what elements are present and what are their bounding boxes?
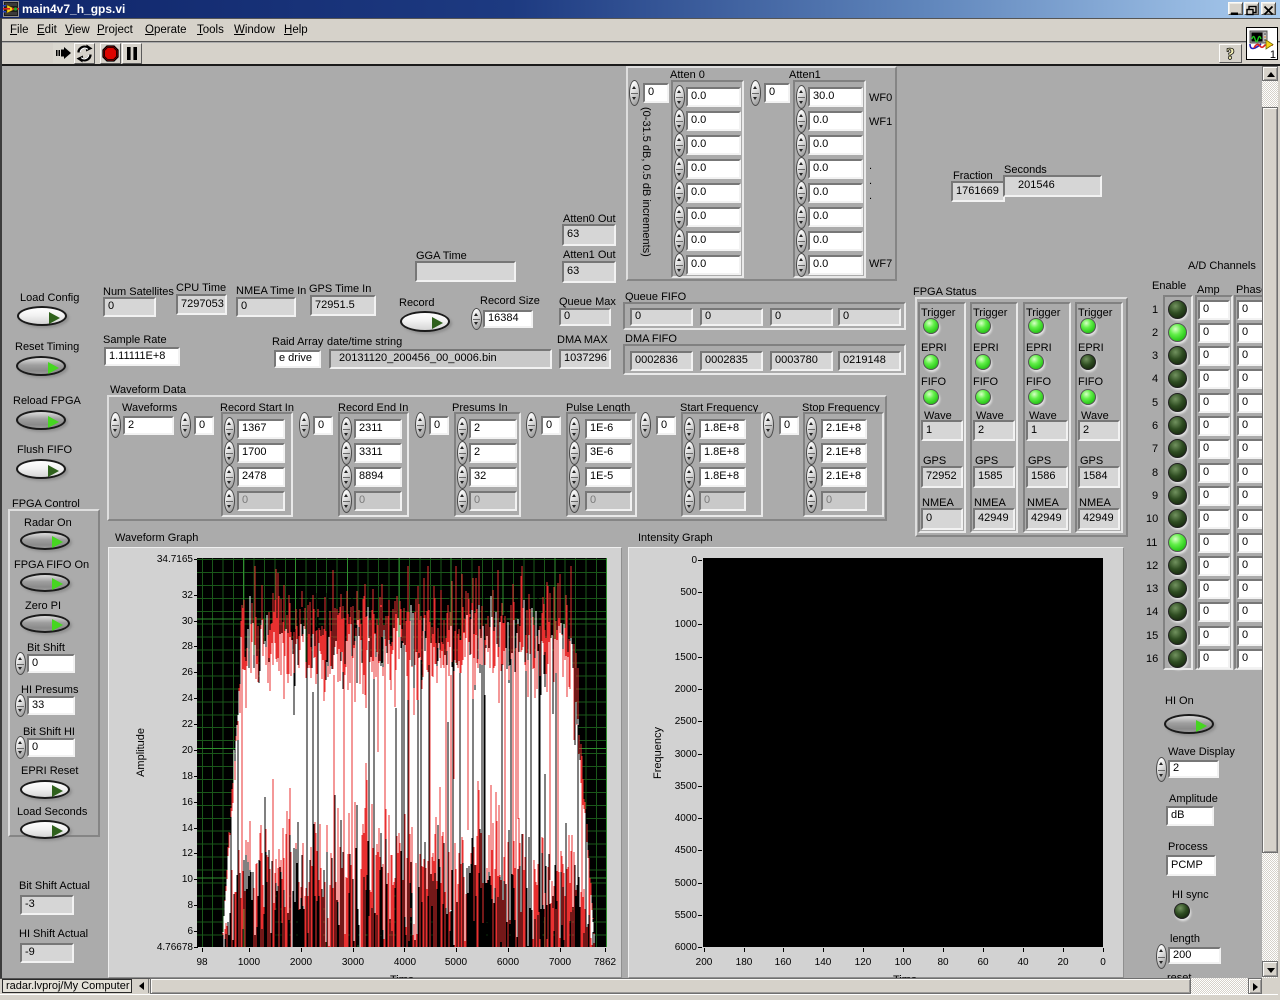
svg-text:1: 1 [1270,49,1276,60]
svg-text:?: ? [1227,46,1235,63]
